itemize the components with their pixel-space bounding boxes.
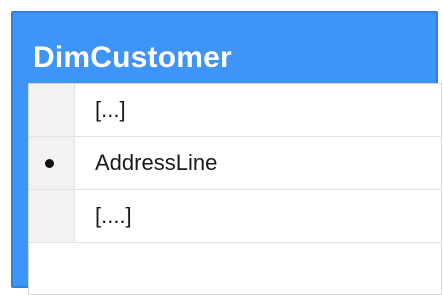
column-name[interactable]: [....] (95, 201, 132, 231)
column-row-addressline[interactable]: AddressLine (29, 137, 441, 190)
table-title: DimCustomer (33, 41, 232, 74)
row-selector[interactable] (29, 84, 75, 136)
columns-grid[interactable]: [...] AddressLine [....] (28, 83, 442, 295)
column-row[interactable]: [...] (29, 84, 441, 137)
row-selector[interactable] (29, 137, 75, 189)
column-row[interactable]: [....] (29, 190, 441, 243)
column-name[interactable]: AddressLine (95, 148, 217, 178)
table-shape-dimcustomer[interactable]: DimCustomer [...] AddressLine [....] (11, 11, 442, 295)
row-selector[interactable] (29, 190, 75, 242)
column-name[interactable]: [...] (95, 95, 126, 125)
bullet-dot-icon (45, 159, 54, 168)
